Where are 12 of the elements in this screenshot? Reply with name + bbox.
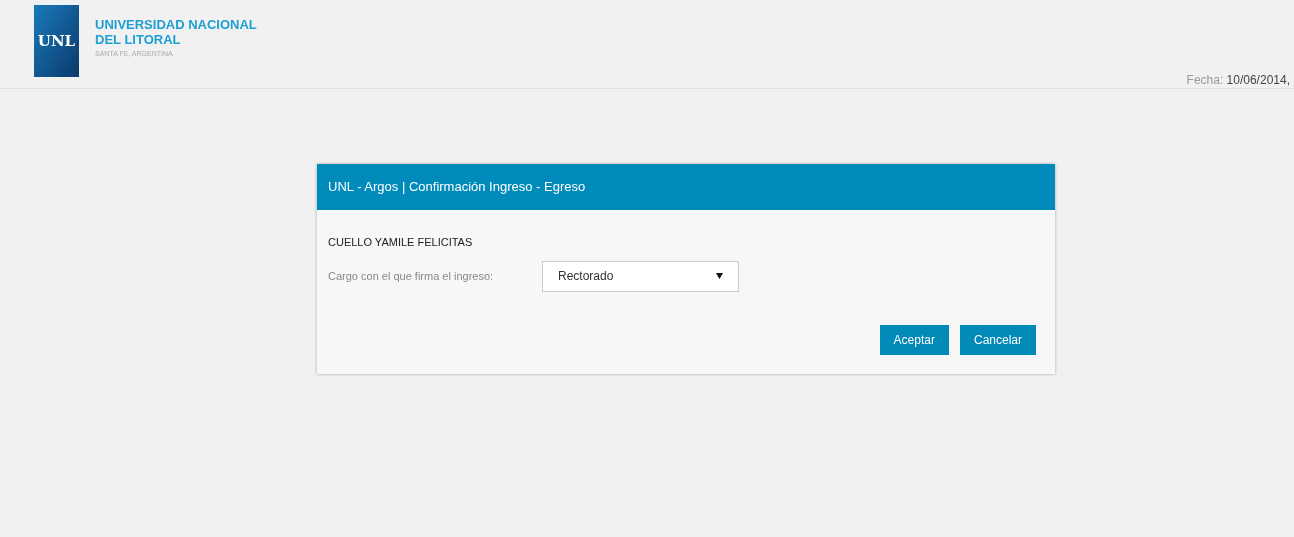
person-name: CUELLO YAMILE FELICITAS	[328, 235, 474, 250]
cancel-button[interactable]: Cancelar	[959, 324, 1036, 355]
caret-icon	[716, 273, 723, 279]
date-label: Fecha:	[1186, 73, 1224, 87]
date-value: 10/06/2014,	[1226, 73, 1290, 87]
university-name: UNIVERSIDAD NACIONAL	[95, 17, 257, 32]
accept-button[interactable]: Aceptar	[879, 324, 949, 355]
dialog-title: UNL - Argos | Confirmación Ingreso - Egreso	[328, 178, 586, 197]
university-name: DEL LITORAL	[95, 32, 182, 47]
field-label: Cargo con el que firma el ingreso:	[328, 268, 495, 284]
role-select[interactable]: Rectorado	[542, 260, 739, 292]
university-logo: UNL	[34, 5, 79, 77]
